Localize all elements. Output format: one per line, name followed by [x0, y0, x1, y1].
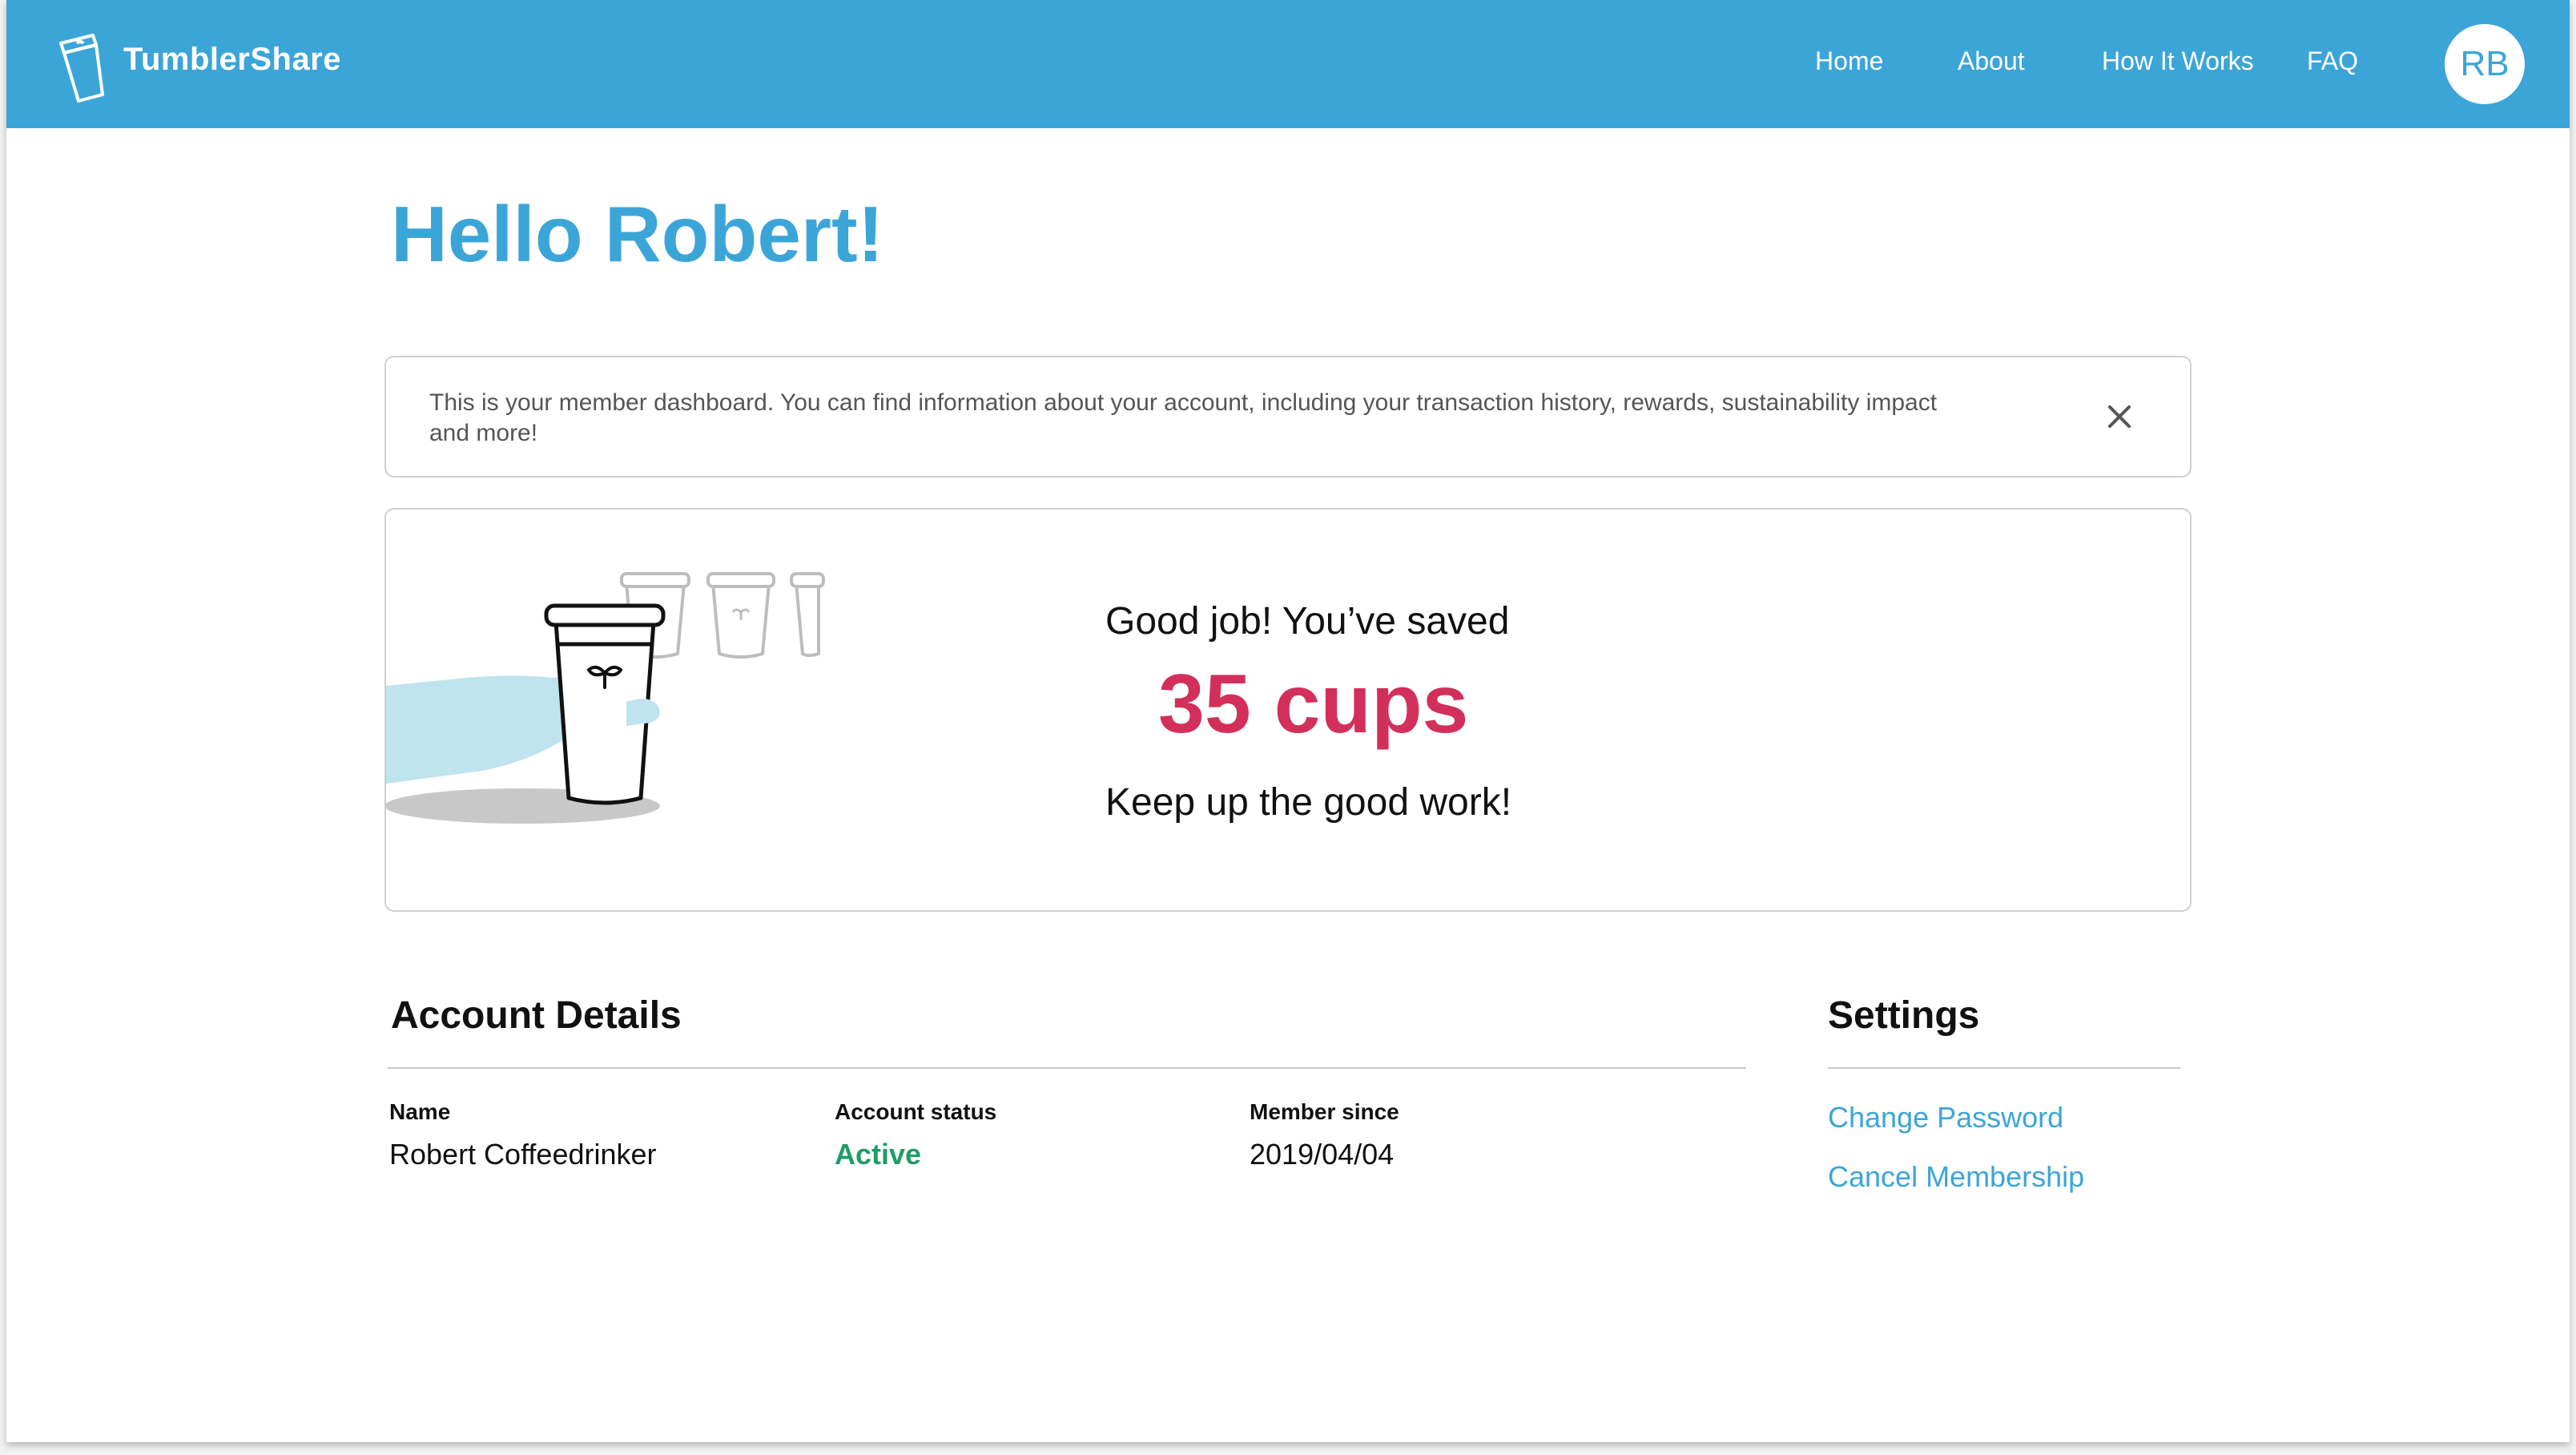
top-navbar: TumblerShare Home About How It Works FAQ… — [6, 0, 2570, 128]
member-since-label: Member since — [1250, 1099, 1399, 1124]
tumbler-logo-icon[interactable] — [53, 26, 117, 106]
cancel-membership-link[interactable]: Cancel Membership — [1828, 1160, 2084, 1194]
user-avatar[interactable]: RB — [2445, 24, 2525, 104]
brand-name[interactable]: TumblerShare — [123, 42, 341, 78]
nav-about[interactable]: About — [1958, 46, 2025, 76]
nav-faq[interactable]: FAQ — [2307, 46, 2358, 76]
cups-saved-count: 35 cups — [1158, 658, 1469, 751]
nav-how-it-works[interactable]: How It Works — [2102, 46, 2254, 76]
account-divider — [388, 1067, 1746, 1069]
close-icon[interactable] — [2097, 394, 2142, 439]
name-value: Robert Coffeedrinker — [389, 1138, 657, 1171]
savings-intro: Good job! You’ve saved — [1105, 600, 1510, 643]
hand-holding-cup-illustration — [386, 572, 825, 824]
info-banner: This is your member dashboard. You can f… — [384, 356, 2192, 478]
account-details-title: Account Details — [391, 994, 682, 1037]
app-window: TumblerShare Home About How It Works FAQ… — [6, 0, 2570, 1442]
account-status-label: Account status — [835, 1099, 997, 1124]
account-status-value: Active — [835, 1138, 922, 1171]
settings-title: Settings — [1828, 994, 1980, 1037]
banner-text: This is your member dashboard. You can f… — [429, 389, 1938, 446]
member-since-value: 2019/04/04 — [1250, 1138, 1395, 1171]
change-password-link[interactable]: Change Password — [1828, 1101, 2063, 1135]
settings-divider — [1828, 1067, 2180, 1069]
name-label: Name — [389, 1099, 451, 1124]
savings-card: Good job! You’ve saved 35 cups Keep up t… — [384, 508, 2192, 912]
nav-home[interactable]: Home — [1815, 46, 1883, 76]
savings-encouragement: Keep up the good work! — [1105, 781, 1512, 824]
page-title: Hello Robert! — [391, 190, 884, 278]
